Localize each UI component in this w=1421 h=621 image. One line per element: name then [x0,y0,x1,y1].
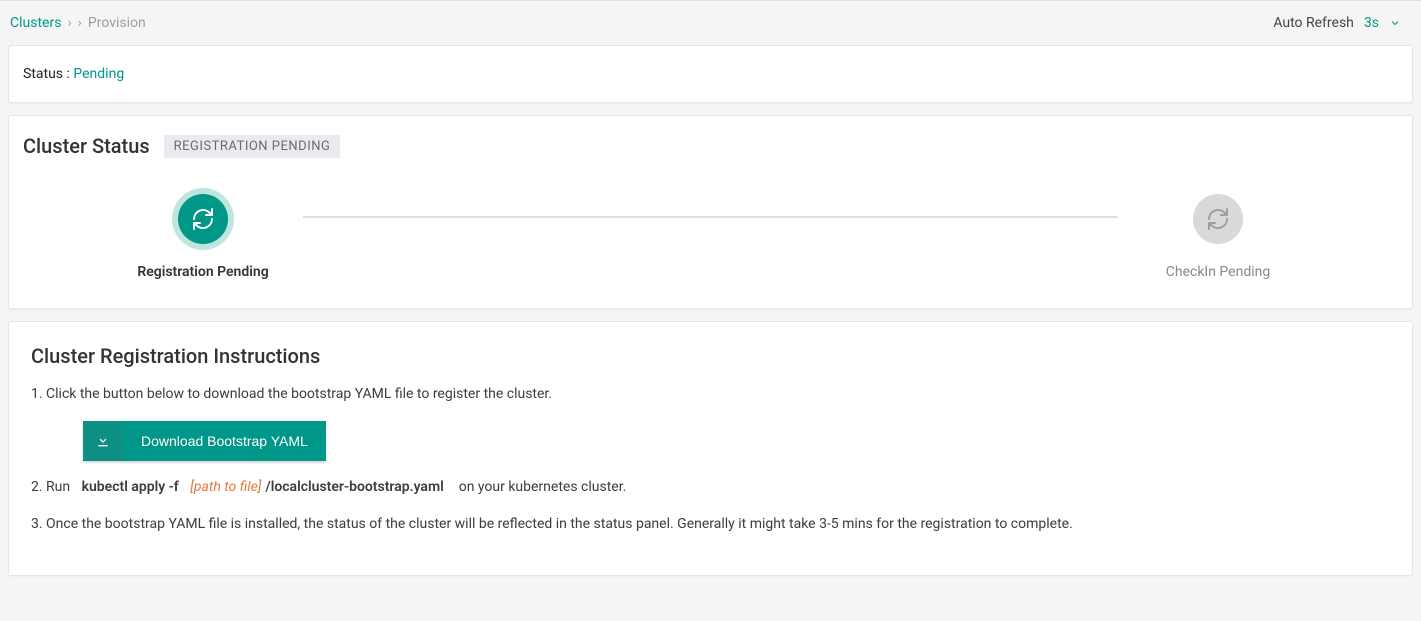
instruction-step-2: 2. Run kubectl apply -f [path to file] /… [31,477,1390,498]
download-bootstrap-yaml-button[interactable]: Download Bootstrap YAML [83,421,326,461]
cluster-status-title: Cluster Status [23,134,150,158]
auto-refresh-value: 3s [1364,15,1379,31]
instruction-step-3: 3. Once the bootstrap YAML file is insta… [31,514,1390,535]
cluster-status-badge: REGISTRATION PENDING [164,135,341,158]
stepper-connector [303,216,1118,218]
step-registration-label: Registration Pending [137,264,268,280]
bootstrap-filename: /localcluster-bootstrap.yaml [265,477,443,498]
status-stepper: Registration Pending CheckIn Pending [23,194,1398,280]
status-value: Pending [73,66,124,82]
cluster-status-card: Cluster Status REGISTRATION PENDING Regi… [8,115,1413,309]
chevron-down-icon [1389,17,1401,29]
kubectl-command: kubectl apply -f [82,477,179,498]
refresh-icon [1193,194,1243,244]
step-registration: Registration Pending [103,194,303,280]
instructions-title: Cluster Registration Instructions [31,344,1390,368]
status-label: Status : [23,66,70,82]
instructions-card: Cluster Registration Instructions 1. Cli… [8,321,1413,576]
step-checkin: CheckIn Pending [1118,194,1318,280]
download-button-label: Download Bootstrap YAML [123,433,326,449]
breadcrumb-sep-icon: › [78,15,82,31]
auto-refresh-select[interactable]: Auto Refresh 3s [1273,15,1401,31]
auto-refresh-label: Auto Refresh [1273,15,1354,31]
instruction-step-1: 1. Click the button below to download th… [31,384,1390,405]
breadcrumb-sep-icon: › [67,15,71,31]
path-placeholder: [path to file] [190,477,261,498]
refresh-icon [178,194,228,244]
download-icon [83,421,123,461]
breadcrumb-root-link[interactable]: Clusters [10,15,61,31]
status-card: Status : Pending [8,45,1413,103]
step-checkin-label: CheckIn Pending [1166,264,1270,280]
breadcrumb: Clusters › › Provision [10,15,146,31]
breadcrumb-current: Provision [88,15,146,31]
